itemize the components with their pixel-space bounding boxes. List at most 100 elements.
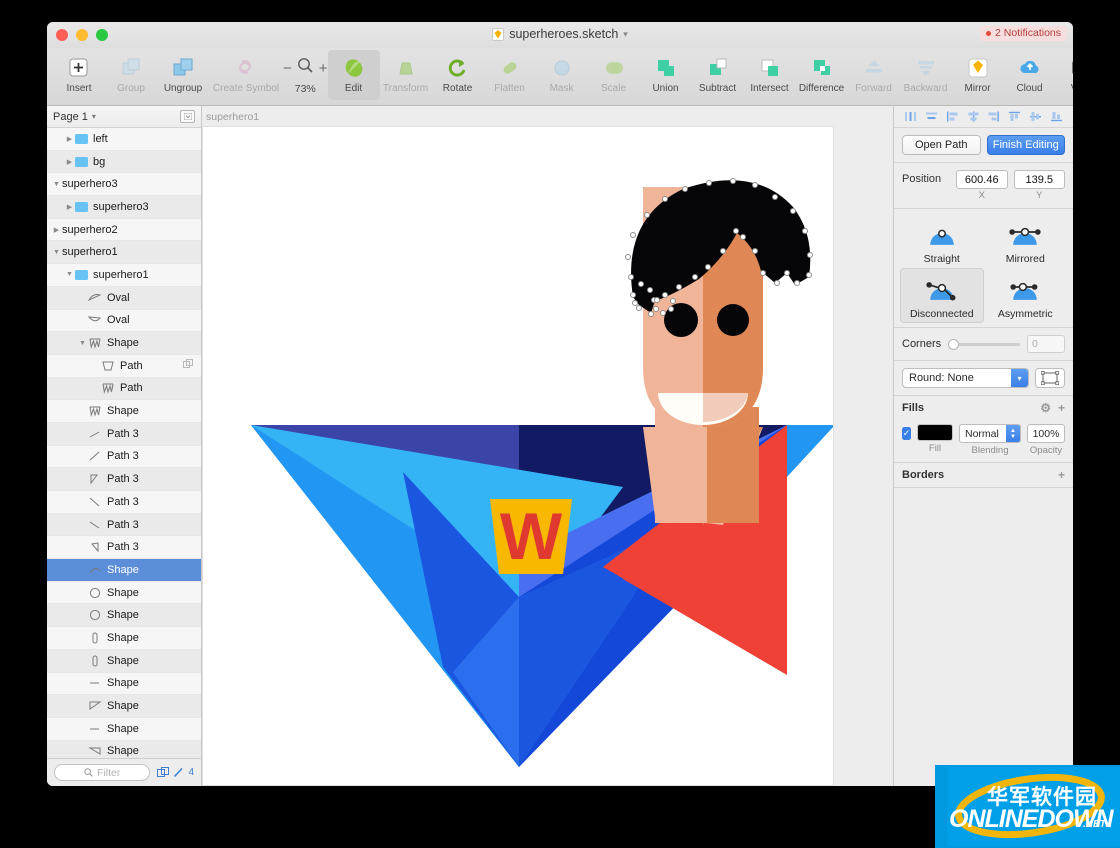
path-control-point[interactable]	[794, 280, 800, 286]
path-control-point[interactable]	[733, 228, 739, 234]
layer-twisty-icon[interactable]: ▶	[51, 226, 62, 234]
zoom-in-button[interactable]: +	[319, 60, 328, 77]
path-control-point[interactable]	[774, 280, 780, 286]
path-control-point[interactable]	[692, 274, 698, 280]
position-x-input[interactable]	[956, 170, 1008, 189]
layer-row[interactable]: ▶ left	[47, 128, 201, 151]
round-select[interactable]: Round: None ▾	[902, 368, 1029, 388]
path-control-point[interactable]	[647, 287, 653, 293]
toolbar-button-cloud[interactable]: Cloud	[1004, 50, 1056, 94]
point-type-asymmetric[interactable]: Asymmetric	[984, 268, 1068, 323]
toolbar-button-mask[interactable]: Mask	[536, 50, 588, 94]
layer-row[interactable]: ▶ superhero3	[47, 196, 201, 219]
path-control-point[interactable]	[705, 264, 711, 270]
notifications-badge[interactable]: 2 Notifications	[980, 26, 1067, 41]
fill-color-swatch[interactable]	[917, 424, 953, 441]
layer-row[interactable]: Path 3	[47, 445, 201, 469]
transform-box-icon[interactable]	[1035, 368, 1065, 388]
path-control-point[interactable]	[638, 281, 644, 287]
toolbar-button-union[interactable]: Union	[640, 50, 692, 94]
chevron-down-icon[interactable]: ▾	[1011, 369, 1028, 387]
corners-value-input[interactable]: 0	[1027, 335, 1065, 353]
toolbar-button-flatten[interactable]: Flatten	[484, 50, 536, 94]
toolbar-button-view[interactable]: View	[1056, 50, 1073, 94]
path-control-point[interactable]	[662, 292, 668, 298]
artboard-label[interactable]: superhero1	[206, 111, 259, 123]
add-border-icon[interactable]: +	[1058, 468, 1065, 482]
toolbar-button-create-symbol[interactable]: Create Symbol	[209, 50, 283, 94]
layer-row[interactable]: ▶ superhero2	[47, 218, 201, 242]
toolbar-button-insert[interactable]: Insert	[53, 50, 105, 94]
path-control-point[interactable]	[636, 305, 642, 311]
layer-row[interactable]: Path	[47, 377, 201, 401]
path-control-point[interactable]	[670, 298, 676, 304]
layer-row[interactable]: Oval	[47, 286, 201, 310]
path-control-point[interactable]	[790, 208, 796, 214]
path-control-point[interactable]	[653, 306, 659, 312]
path-control-point[interactable]	[630, 292, 636, 298]
layer-row[interactable]: Path 3	[47, 513, 201, 537]
canvas-area[interactable]: superhero1 W	[202, 106, 893, 786]
path-control-point[interactable]	[682, 186, 688, 192]
finish-editing-button[interactable]: Finish Editing	[986, 135, 1065, 155]
point-type-disconnected[interactable]: Disconnected	[900, 268, 984, 323]
filter-input[interactable]: Filter	[54, 764, 151, 781]
layer-list[interactable]: ▶ left ▶ bg ▼ superhero3 ▶ superhero3 ▶ superhero…	[47, 128, 201, 758]
page-list-button[interactable]	[180, 110, 195, 123]
layer-row[interactable]: ▼ superhero3	[47, 173, 201, 197]
layer-row[interactable]: Shape	[47, 581, 201, 605]
blending-select[interactable]: Normal ▲ ▼	[959, 424, 1021, 443]
path-control-point[interactable]	[752, 248, 758, 254]
zoom-out-button[interactable]: −	[283, 60, 292, 77]
layer-row[interactable]: Shape	[47, 740, 201, 758]
corners-slider[interactable]	[948, 338, 1020, 350]
zoom-control[interactable]: − + 73%	[283, 50, 328, 95]
toolbar-button-intersect[interactable]: Intersect	[744, 50, 796, 94]
layer-row[interactable]: Shape	[47, 604, 201, 628]
layer-row[interactable]: Shape	[47, 695, 201, 718]
layer-twisty-icon[interactable]: ▼	[64, 271, 75, 278]
toolbar-button-rotate[interactable]: Rotate	[432, 50, 484, 94]
layer-row[interactable]: Oval	[47, 309, 201, 333]
toolbar-button-backward[interactable]: Backward	[900, 50, 952, 94]
path-control-point[interactable]	[740, 234, 746, 240]
toolbar-button-edit[interactable]: Edit	[327, 50, 380, 100]
path-control-point[interactable]	[676, 284, 682, 290]
layer-row[interactable]: ▼ superhero1	[47, 264, 201, 287]
path-control-point[interactable]	[772, 194, 778, 200]
layer-row[interactable]: Shape	[47, 400, 201, 423]
toolbar-button-forward[interactable]: Forward	[848, 50, 900, 94]
position-y-input[interactable]	[1013, 170, 1065, 189]
path-control-point[interactable]	[654, 297, 660, 303]
path-control-point[interactable]	[806, 272, 812, 278]
title-chevron-down-icon[interactable]: ▾	[623, 29, 628, 40]
layer-row[interactable]: Shape	[47, 627, 201, 650]
align-left-icon[interactable]	[946, 110, 959, 123]
align-right-icon[interactable]	[987, 110, 1000, 123]
layer-row[interactable]: Shape	[47, 559, 201, 582]
distribute-horizontally-icon[interactable]	[904, 110, 917, 123]
add-fill-icon[interactable]: +	[1058, 401, 1065, 415]
layer-row[interactable]: Path	[47, 354, 201, 378]
point-type-grid[interactable]: Straight Mirrored Disconnected Asymmetric	[900, 213, 1067, 323]
filter-status-icons[interactable]: 4	[157, 767, 194, 778]
path-control-point[interactable]	[807, 252, 813, 258]
path-control-point[interactable]	[648, 311, 654, 317]
path-control-point[interactable]	[802, 228, 808, 234]
path-control-point[interactable]	[625, 254, 631, 260]
path-control-point[interactable]	[760, 270, 766, 276]
toolbar-button-mirror[interactable]: Mirror	[952, 50, 1004, 94]
stepper-icon[interactable]: ▲ ▼	[1006, 425, 1020, 442]
layer-row[interactable]: ▼ Shape	[47, 332, 201, 355]
open-path-button[interactable]: Open Path	[902, 135, 981, 155]
point-type-straight[interactable]: Straight	[900, 213, 984, 268]
point-type-mirrored[interactable]: Mirrored	[984, 213, 1068, 268]
page-selector[interactable]: Page 1 ▾	[53, 111, 96, 123]
path-control-point[interactable]	[706, 180, 712, 186]
artboard[interactable]: W	[202, 126, 834, 786]
position-y-field[interactable]: Y	[1013, 170, 1065, 201]
corners-slider-knob[interactable]	[948, 338, 960, 350]
layer-row[interactable]: Shape	[47, 649, 201, 673]
path-control-point[interactable]	[660, 310, 666, 316]
path-control-point[interactable]	[752, 182, 758, 188]
